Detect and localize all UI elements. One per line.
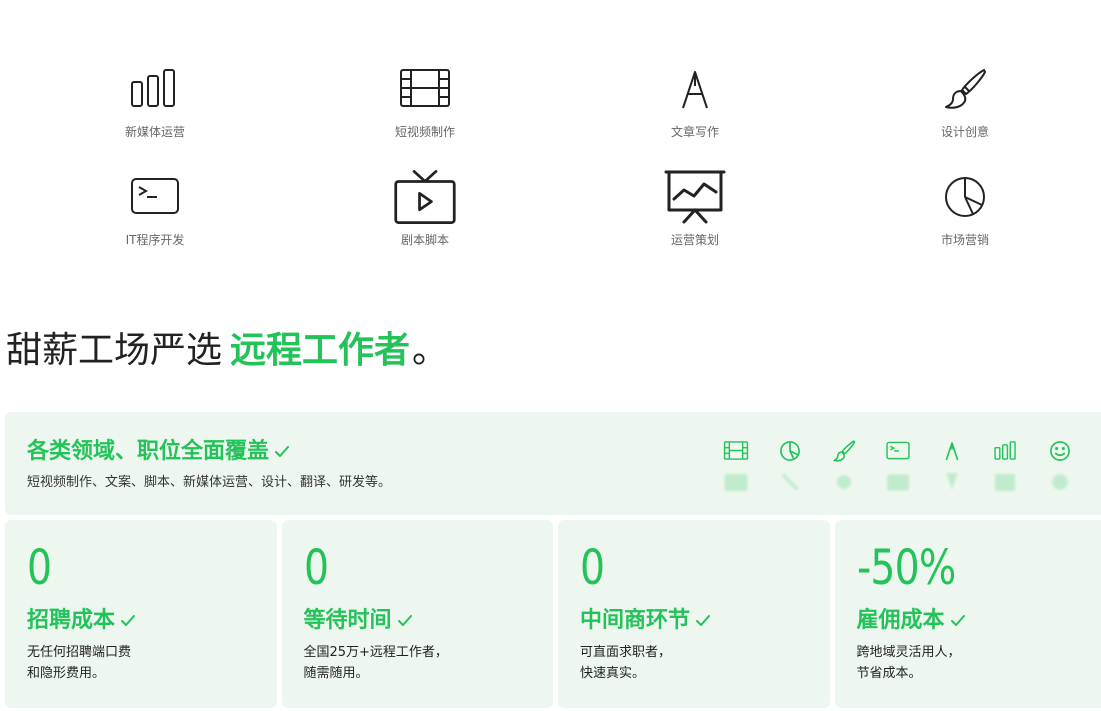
stat-value: -50% — [856, 540, 956, 596]
paintbrush-icon — [830, 438, 858, 464]
category-label: 短视频制作 — [394, 125, 455, 139]
stat-title-text: 中间商环节 — [580, 608, 691, 633]
category-label: 设计创意 — [940, 125, 989, 139]
page: 新媒体运营 短视频制作 文章写作 设计创意 IT程序开发 剧本脚本 运营策划 市… — [0, 0, 1101, 711]
tv-play-icon — [393, 170, 457, 224]
stat-card-middleman: 0 中间商环节 可直面求职者， 快速真实。 — [558, 520, 830, 708]
category-it-dev[interactable]: IT程序开发 — [20, 172, 290, 280]
category-label: IT程序开发 — [125, 233, 185, 247]
banner-icon-row — [709, 438, 1087, 492]
film-icon — [722, 438, 750, 464]
checkmark-icon — [121, 606, 136, 636]
category-script[interactable]: 剧本脚本 — [290, 170, 560, 280]
stat-desc-line: 随需随用。 — [303, 666, 369, 681]
stat-card-waiting-time: 0 等待时间 全国25万+远程工作者， 随需随用。 — [281, 520, 553, 708]
stat-description: 全国25万+远程工作者， 随需随用。 — [304, 642, 448, 684]
stat-title: 等待时间 — [304, 606, 412, 636]
film-icon — [393, 64, 457, 114]
banner-description: 短视频制作、文案、脚本、新媒体运营、设计、翻译、研发等。 — [27, 475, 392, 490]
smiley-icon — [1046, 438, 1074, 464]
category-label: 新媒体运营 — [124, 125, 185, 139]
banner-title: 各类领域、职位全面覆盖 — [27, 437, 290, 467]
stat-title-text: 招聘成本 — [27, 608, 116, 633]
stat-desc-line: 快速真实。 — [580, 666, 646, 681]
headline-highlight: 远程工作者 — [230, 330, 411, 371]
stat-title-text: 雇佣成本 — [856, 608, 945, 633]
stat-value: 0 — [27, 540, 52, 596]
stat-description: 可直面求职者， 快速真实。 — [580, 642, 671, 684]
paintbrush-icon — [933, 64, 997, 114]
section-headline: 甜薪工场严选 远程工作者。 — [6, 326, 448, 376]
category-operation-planning[interactable]: 运营策划 — [560, 170, 830, 280]
stat-value: 0 — [580, 540, 605, 596]
pie-chart-icon — [933, 172, 997, 222]
category-label: 市场营销 — [940, 233, 989, 247]
stats-row: 0 招聘成本 无任何招聘端口费 和隐形费用。 0 等待时间 全国25万+远程工作者… — [5, 520, 1101, 708]
category-label: 剧本脚本 — [400, 233, 449, 247]
headline-prefix: 甜薪工场严选 — [6, 330, 223, 371]
presentation-chart-icon — [663, 170, 727, 224]
stat-description: 跨地域灵活用人， 节省成本。 — [857, 642, 961, 684]
coverage-banner: 各类领域、职位全面覆盖 短视频制作、文案、脚本、新媒体运营、设计、翻译、研发等。 — [5, 412, 1101, 515]
category-new-media[interactable]: 新媒体运营 — [20, 64, 290, 172]
category-article-writing[interactable]: 文章写作 — [560, 64, 830, 172]
stat-title: 招聘成本 — [27, 606, 136, 636]
stat-desc-line: 节省成本。 — [856, 666, 922, 681]
pen-nib-icon — [938, 438, 966, 464]
headline-suffix: 。 — [412, 330, 449, 371]
stat-desc-line: 可直面求职者， — [580, 645, 672, 660]
stat-desc-line: 跨地域灵活用人， — [856, 645, 961, 660]
stat-desc-line: 全国25万+远程工作者， — [303, 645, 448, 660]
stat-title: 雇佣成本 — [857, 606, 965, 636]
category-short-video[interactable]: 短视频制作 — [290, 64, 560, 172]
checkmark-icon — [696, 606, 711, 636]
checkmark-icon — [950, 606, 965, 636]
checkmark-icon — [397, 606, 412, 636]
stat-desc-line: 和隐形费用。 — [27, 666, 106, 681]
category-label: 文章写作 — [670, 125, 719, 139]
bar-chart-icon — [992, 438, 1020, 464]
category-design[interactable]: 设计创意 — [830, 64, 1100, 172]
stat-desc-line: 无任何招聘端口费 — [27, 645, 132, 660]
pie-chart-icon — [776, 438, 804, 464]
terminal-icon — [123, 172, 187, 222]
terminal-icon — [884, 438, 912, 464]
stat-title-text: 等待时间 — [303, 608, 392, 633]
bar-chart-icon — [123, 64, 187, 114]
checkmark-icon — [275, 437, 290, 467]
pen-nib-icon — [663, 64, 727, 114]
stat-description: 无任何招聘端口费 和隐形费用。 — [27, 642, 131, 684]
stat-value: 0 — [303, 540, 329, 596]
stat-card-recruitment-cost: 0 招聘成本 无任何招聘端口费 和隐形费用。 — [5, 520, 277, 708]
category-label: 运营策划 — [670, 233, 719, 247]
category-grid: 新媒体运营 短视频制作 文章写作 设计创意 IT程序开发 剧本脚本 运营策划 市… — [20, 64, 1100, 280]
stat-card-employment-cost: -50% 雇佣成本 跨地域灵活用人， 节省成本。 — [834, 520, 1101, 708]
category-marketing[interactable]: 市场营销 — [830, 172, 1100, 280]
banner-title-text: 各类领域、职位全面覆盖 — [27, 439, 270, 464]
stat-title: 中间商环节 — [580, 606, 711, 636]
